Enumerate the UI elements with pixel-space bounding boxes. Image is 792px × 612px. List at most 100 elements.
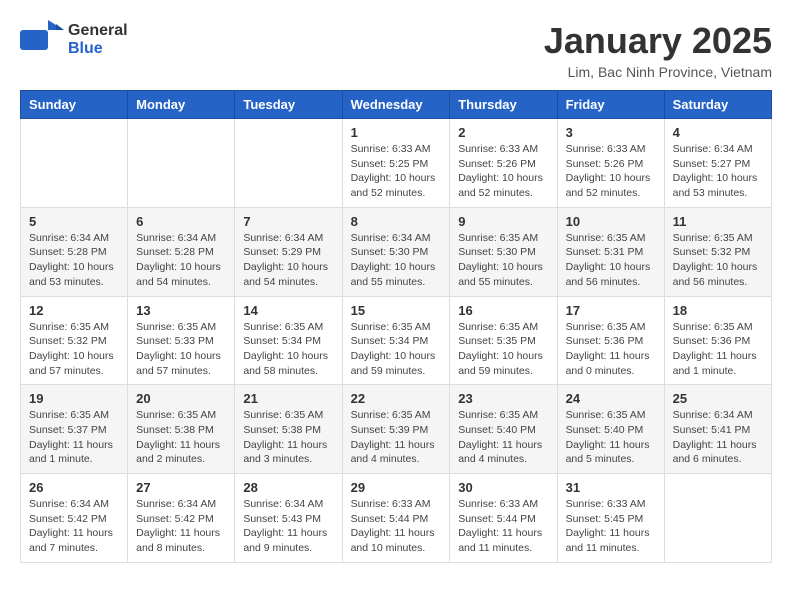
calendar-table: SundayMondayTuesdayWednesdayThursdayFrid…	[20, 90, 772, 563]
day-info: Sunrise: 6:35 AMSunset: 5:36 PMDaylight:…	[673, 320, 763, 379]
calendar-cell: 18Sunrise: 6:35 AMSunset: 5:36 PMDayligh…	[664, 296, 771, 385]
day-number: 10	[566, 214, 656, 229]
day-number: 19	[29, 391, 119, 406]
day-number: 2	[458, 125, 548, 140]
calendar-header-thursday: Thursday	[450, 91, 557, 119]
day-info: Sunrise: 6:33 AMSunset: 5:44 PMDaylight:…	[351, 497, 442, 556]
calendar-cell	[664, 474, 771, 563]
day-number: 28	[243, 480, 333, 495]
calendar-cell: 2Sunrise: 6:33 AMSunset: 5:26 PMDaylight…	[450, 119, 557, 208]
calendar-cell	[235, 119, 342, 208]
logo-icon	[20, 20, 64, 59]
calendar-cell: 10 Sunrise: 6:35 AMSunset: 5:31 PMDayligh…	[557, 207, 664, 296]
calendar-cell: 24 Sunrise: 6:35 AMSunset: 5:40 PMDayligh…	[557, 385, 664, 474]
calendar-cell: 8 Sunrise: 6:34 AMSunset: 5:30 PMDaylight…	[342, 207, 450, 296]
calendar-cell	[128, 119, 235, 208]
day-number: 20	[136, 391, 226, 406]
day-info: Sunrise: 6:33 AMSunset: 5:25 PMDaylight:…	[351, 142, 442, 201]
day-number: 31	[566, 480, 656, 495]
day-number: 13	[136, 303, 226, 318]
calendar-header-saturday: Saturday	[664, 91, 771, 119]
calendar-cell: 11 Sunrise: 6:35 AMSunset: 5:32 PMDayligh…	[664, 207, 771, 296]
day-number: 16	[458, 303, 548, 318]
calendar-cell: 4 Sunrise: 6:34 AMSunset: 5:27 PMDaylight…	[664, 119, 771, 208]
day-info: Sunrise: 6:34 AMSunset: 5:27 PMDaylight:…	[673, 142, 763, 201]
day-number: 24	[566, 391, 656, 406]
day-number: 26	[29, 480, 119, 495]
day-number: 5	[29, 214, 119, 229]
calendar-cell: 7 Sunrise: 6:34 AMSunset: 5:29 PMDaylight…	[235, 207, 342, 296]
day-number: 9	[458, 214, 548, 229]
day-number: 3	[566, 125, 656, 140]
calendar-cell: 14 Sunrise: 6:35 AMSunset: 5:34 PMDayligh…	[235, 296, 342, 385]
day-info: Sunrise: 6:34 AMSunset: 5:30 PMDaylight:…	[351, 231, 442, 290]
day-number: 6	[136, 214, 226, 229]
calendar-week-row: 1 Sunrise: 6:33 AMSunset: 5:25 PMDaylight…	[21, 119, 772, 208]
title-section: January 2025 Lim, Bac Ninh Province, Vie…	[544, 20, 772, 80]
day-info: Sunrise: 6:33 AMSunset: 5:26 PMDaylight:…	[566, 142, 656, 201]
calendar-cell: 31 Sunrise: 6:33 AMSunset: 5:45 PMDayligh…	[557, 474, 664, 563]
calendar-cell: 12 Sunrise: 6:35 AMSunset: 5:32 PMDayligh…	[21, 296, 128, 385]
calendar-cell: 17Sunrise: 6:35 AMSunset: 5:36 PMDayligh…	[557, 296, 664, 385]
day-number: 8	[351, 214, 442, 229]
calendar-cell: 27Sunrise: 6:34 AMSunset: 5:42 PMDayligh…	[128, 474, 235, 563]
calendar-cell	[21, 119, 128, 208]
calendar-cell: 6Sunrise: 6:34 AMSunset: 5:28 PMDaylight…	[128, 207, 235, 296]
day-info: Sunrise: 6:35 AMSunset: 5:35 PMDaylight:…	[458, 320, 548, 379]
day-info: Sunrise: 6:35 AMSunset: 5:34 PMDaylight:…	[243, 320, 333, 379]
day-info: Sunrise: 6:35 AMSunset: 5:33 PMDaylight:…	[136, 320, 226, 379]
day-number: 15	[351, 303, 442, 318]
day-info: Sunrise: 6:35 AMSunset: 5:32 PMDaylight:…	[673, 231, 763, 290]
day-info: Sunrise: 6:35 AMSunset: 5:40 PMDaylight:…	[566, 408, 656, 467]
day-number: 27	[136, 480, 226, 495]
calendar-cell: 22Sunrise: 6:35 AMSunset: 5:39 PMDayligh…	[342, 385, 450, 474]
calendar-header-monday: Monday	[128, 91, 235, 119]
page-header: General Blue January 2025 Lim, Bac Ninh …	[20, 20, 772, 80]
day-info: Sunrise: 6:35 AMSunset: 5:38 PMDaylight:…	[136, 408, 226, 467]
calendar-cell: 25 Sunrise: 6:34 AMSunset: 5:41 PMDayligh…	[664, 385, 771, 474]
calendar-week-row: 26Sunrise: 6:34 AMSunset: 5:42 PMDayligh…	[21, 474, 772, 563]
calendar-cell: 9 Sunrise: 6:35 AMSunset: 5:30 PMDaylight…	[450, 207, 557, 296]
day-info: Sunrise: 6:35 AMSunset: 5:37 PMDaylight:…	[29, 408, 119, 467]
day-info: Sunrise: 6:35 AMSunset: 5:31 PMDaylight:…	[566, 231, 656, 290]
calendar-cell: 3 Sunrise: 6:33 AMSunset: 5:26 PMDaylight…	[557, 119, 664, 208]
day-info: Sunrise: 6:35 AMSunset: 5:39 PMDaylight:…	[351, 408, 442, 467]
day-number: 17	[566, 303, 656, 318]
calendar-cell: 19 Sunrise: 6:35 AMSunset: 5:37 PMDayligh…	[21, 385, 128, 474]
calendar-header-row: SundayMondayTuesdayWednesdayThursdayFrid…	[21, 91, 772, 119]
day-number: 25	[673, 391, 763, 406]
calendar-cell: 29Sunrise: 6:33 AMSunset: 5:44 PMDayligh…	[342, 474, 450, 563]
day-number: 1	[351, 125, 442, 140]
day-number: 4	[673, 125, 763, 140]
day-info: Sunrise: 6:35 AMSunset: 5:38 PMDaylight:…	[243, 408, 333, 467]
day-info: Sunrise: 6:33 AMSunset: 5:45 PMDaylight:…	[566, 497, 656, 556]
calendar-week-row: 5 Sunrise: 6:34 AMSunset: 5:28 PMDaylight…	[21, 207, 772, 296]
day-number: 11	[673, 214, 763, 229]
day-number: 7	[243, 214, 333, 229]
calendar-header-wednesday: Wednesday	[342, 91, 450, 119]
day-info: Sunrise: 6:34 AMSunset: 5:28 PMDaylight:…	[29, 231, 119, 290]
logo-general-text: General	[68, 22, 128, 40]
day-number: 12	[29, 303, 119, 318]
calendar-cell: 5 Sunrise: 6:34 AMSunset: 5:28 PMDaylight…	[21, 207, 128, 296]
day-info: Sunrise: 6:35 AMSunset: 5:34 PMDaylight:…	[351, 320, 442, 379]
day-info: Sunrise: 6:34 AMSunset: 5:43 PMDaylight:…	[243, 497, 333, 556]
day-info: Sunrise: 6:34 AMSunset: 5:29 PMDaylight:…	[243, 231, 333, 290]
calendar-cell: 20 Sunrise: 6:35 AMSunset: 5:38 PMDayligh…	[128, 385, 235, 474]
day-info: Sunrise: 6:35 AMSunset: 5:30 PMDaylight:…	[458, 231, 548, 290]
calendar-cell: 23Sunrise: 6:35 AMSunset: 5:40 PMDayligh…	[450, 385, 557, 474]
day-number: 30	[458, 480, 548, 495]
calendar-cell: 26Sunrise: 6:34 AMSunset: 5:42 PMDayligh…	[21, 474, 128, 563]
day-number: 14	[243, 303, 333, 318]
calendar-cell: 16 Sunrise: 6:35 AMSunset: 5:35 PMDayligh…	[450, 296, 557, 385]
logo-blue-text: Blue	[68, 40, 128, 58]
day-info: Sunrise: 6:35 AMSunset: 5:32 PMDaylight:…	[29, 320, 119, 379]
calendar-cell: 21Sunrise: 6:35 AMSunset: 5:38 PMDayligh…	[235, 385, 342, 474]
location: Lim, Bac Ninh Province, Vietnam	[544, 64, 772, 80]
logo: General Blue	[20, 20, 128, 59]
day-number: 23	[458, 391, 548, 406]
calendar-header-sunday: Sunday	[21, 91, 128, 119]
day-info: Sunrise: 6:34 AMSunset: 5:41 PMDaylight:…	[673, 408, 763, 467]
calendar-cell: 13 Sunrise: 6:35 AMSunset: 5:33 PMDayligh…	[128, 296, 235, 385]
day-info: Sunrise: 6:33 AMSunset: 5:44 PMDaylight:…	[458, 497, 548, 556]
